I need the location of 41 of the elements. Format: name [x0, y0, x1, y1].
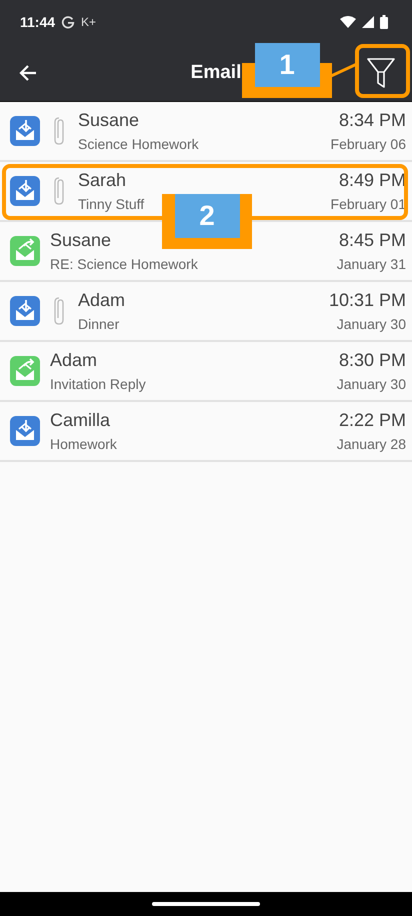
email-date: January 30 — [336, 376, 406, 392]
email-time: 8:30 PM — [338, 350, 406, 371]
email-subject: Dinner — [78, 316, 120, 332]
email-time: 10:31 PM — [328, 290, 406, 311]
g-logo-icon — [61, 15, 76, 29]
email-row[interactable]: Susane 8:34 PM Science Homework February 06 — [0, 102, 412, 162]
email-date: January 30 — [336, 316, 406, 332]
callout-frame — [355, 44, 410, 98]
email-row[interactable]: Camilla 2:22 PM Homework January 28 — [0, 402, 412, 462]
email-subject: Science Homework — [78, 136, 199, 152]
status-time: 11:44 — [20, 14, 56, 30]
leader-line — [331, 62, 357, 78]
email-time: 8:45 PM — [338, 230, 406, 251]
wifi-icon — [340, 16, 356, 28]
sender-name: Camilla — [50, 410, 110, 431]
email-subject: Invitation Reply — [50, 376, 146, 392]
carrier-label: K+ — [81, 15, 96, 29]
email-time: 8:34 PM — [338, 110, 406, 131]
home-handle[interactable] — [152, 902, 260, 906]
email-row[interactable]: Adam 10:31 PM Dinner January 30 — [0, 282, 412, 342]
sender-name: Sarah — [78, 170, 126, 191]
email-date: January 31 — [336, 256, 406, 272]
email-time: 2:22 PM — [338, 410, 406, 431]
email-date: February 06 — [330, 136, 406, 152]
screen-title: Email — [190, 62, 242, 84]
sender-name: Adam — [78, 290, 126, 311]
callout-number: 1 — [254, 43, 320, 87]
email-subject: RE: Science Homework — [50, 256, 198, 272]
callout-number: 2 — [174, 194, 240, 238]
email-row[interactable]: Adam 8:30 PM Invitation Reply January 30 — [0, 342, 412, 402]
sender-name: Susane — [50, 230, 112, 251]
sender-name: Susane — [78, 110, 140, 131]
email-date: February 01 — [330, 196, 406, 212]
battery-icon — [380, 15, 388, 29]
filter-icon[interactable] — [366, 56, 396, 88]
back-arrow-icon[interactable] — [18, 62, 38, 82]
email-subject: Homework — [50, 436, 117, 452]
sender-name: Adam — [50, 350, 98, 371]
email-subject: Tinny Stuff — [78, 196, 144, 212]
signal-icon — [362, 16, 374, 28]
email-date: January 28 — [336, 436, 406, 452]
